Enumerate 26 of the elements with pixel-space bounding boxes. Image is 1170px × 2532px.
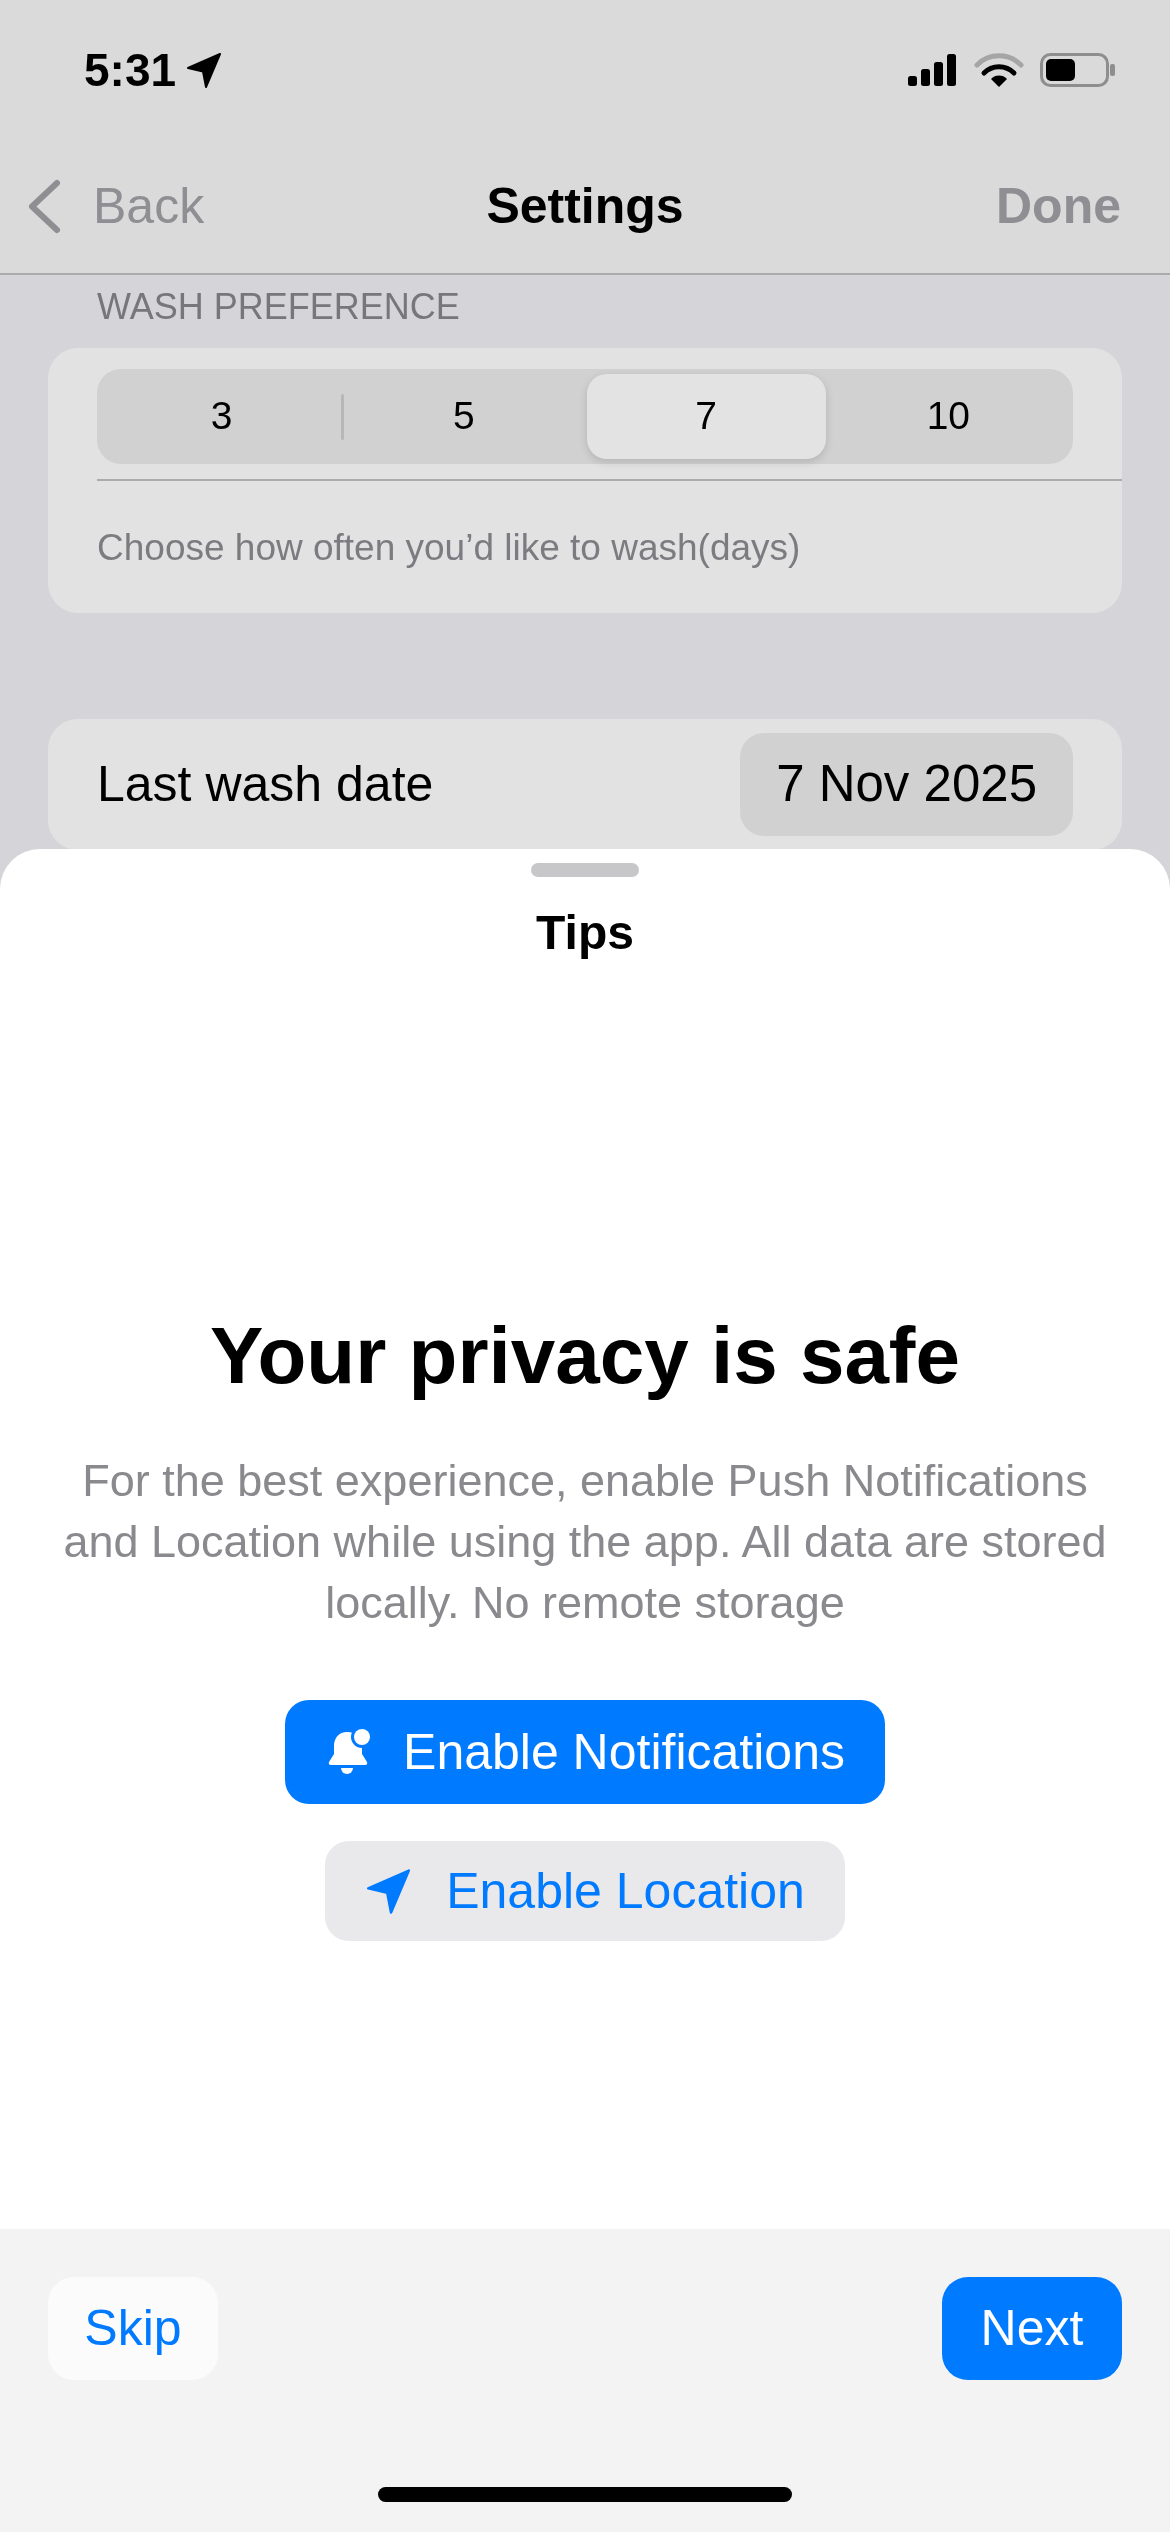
battery-icon <box>1040 53 1116 87</box>
footer-text: Choose how often you’d like to wash(days) <box>97 526 802 570</box>
back-button[interactable]: Back <box>0 169 205 244</box>
skip-button[interactable]: Skip <box>48 2277 218 2380</box>
done-button[interactable]: Done <box>996 169 1170 244</box>
chevron-left-icon <box>28 179 61 234</box>
segment-option[interactable]: 7 <box>586 374 826 459</box>
segment-option[interactable]: 5 <box>344 374 584 459</box>
next-button[interactable]: Next <box>942 2277 1122 2380</box>
enable-notifications-button[interactable]: Enable Notifications <box>285 1700 885 1804</box>
date-picker-button[interactable]: 7 Nov 2025 <box>740 733 1073 836</box>
segment-option[interactable]: 10 <box>828 374 1068 459</box>
signal-icon <box>908 54 958 86</box>
enable-location-button[interactable]: Enable Location <box>325 1841 845 1941</box>
row-label: Last wash date <box>97 755 434 814</box>
heading: Your privacy is safe <box>210 1310 960 1402</box>
sheet-title: Tips <box>536 905 634 961</box>
segment-option[interactable]: 3 <box>102 374 342 459</box>
wifi-icon <box>974 52 1024 88</box>
nav-title: Settings <box>486 177 684 236</box>
description-text: For the best experience, enable Push Notifications and Location while using the app. All data are stored locally. No remote storage <box>62 1454 1108 1630</box>
section-header: WASH PREFERENCE <box>97 285 461 329</box>
location-arrow-icon <box>186 51 223 89</box>
status-time: 5:31 <box>84 47 177 93</box>
location-arrow-icon <box>365 1867 413 1915</box>
sheet-grabber[interactable] <box>531 863 639 877</box>
